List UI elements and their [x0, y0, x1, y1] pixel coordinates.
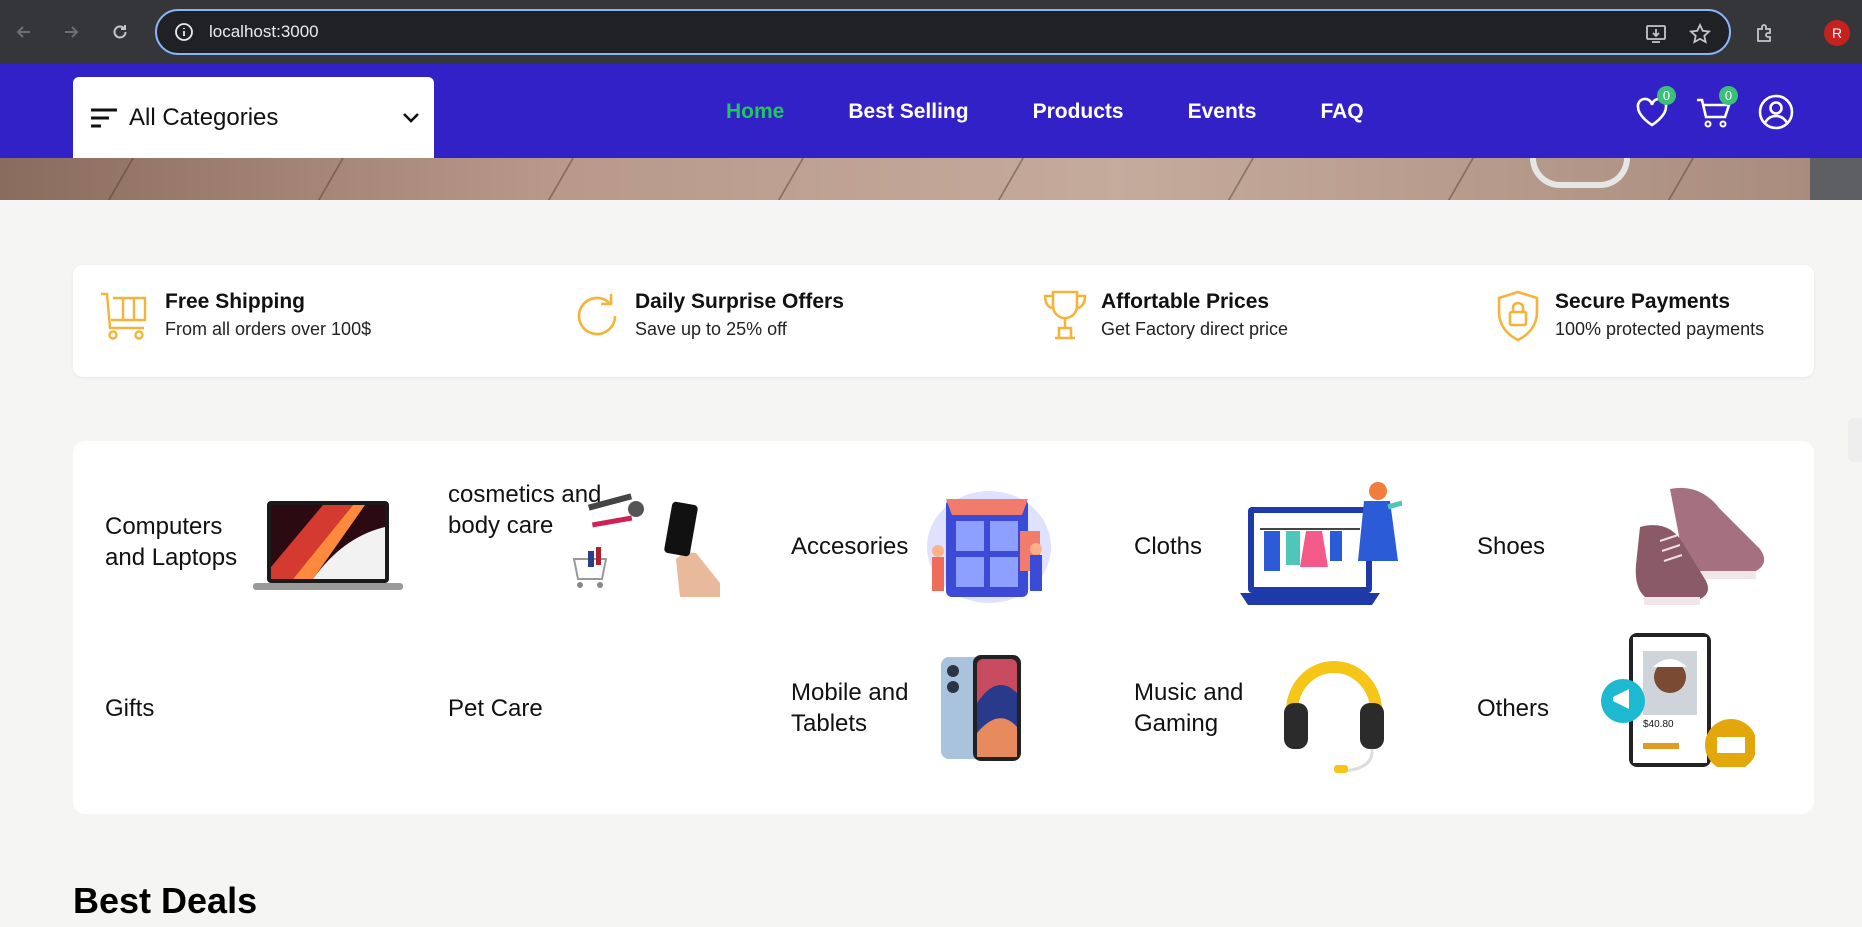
- phone-shop-image: $40.80: [1595, 633, 1755, 767]
- nav-events[interactable]: Events: [1188, 100, 1257, 124]
- extensions-icon[interactable]: [1752, 20, 1778, 46]
- nav-best-selling[interactable]: Best Selling: [848, 100, 968, 124]
- feature-affordable-prices: Affortable Prices Get Factory direct pri…: [1043, 290, 1288, 342]
- refresh-icon: [577, 294, 617, 336]
- trophy-icon: [1043, 290, 1087, 340]
- accessories-shop-image: [927, 491, 1051, 603]
- best-deals-heading: Best Deals: [73, 880, 258, 921]
- reload-icon[interactable]: [106, 18, 134, 46]
- back-icon[interactable]: [10, 18, 38, 46]
- features-card: Free Shipping From all orders over 100$ …: [73, 265, 1814, 377]
- chevron-down-icon: [403, 113, 419, 123]
- feature-daily-offers: Daily Surprise Offers Save up to 25% off: [575, 290, 844, 342]
- user-circle-icon: [1758, 94, 1794, 130]
- install-app-icon[interactable]: [1645, 23, 1667, 50]
- url-text: localhost:3000: [209, 22, 319, 41]
- feature-subtitle: 100% protected payments: [1555, 319, 1765, 339]
- clothes-laptop-image: [1240, 482, 1402, 605]
- cart-icon: [101, 292, 147, 340]
- iphone-image: [941, 655, 1021, 761]
- feature-free-shipping: Free Shipping From all orders over 100$: [99, 290, 371, 342]
- category-name: Mobile and Tablets: [791, 679, 909, 737]
- laptop-image: [253, 501, 403, 590]
- cosmetics-image: [572, 493, 720, 597]
- shoes-image: [1635, 487, 1765, 605]
- feature-title: Affortable Prices: [1101, 290, 1270, 313]
- nav-faq[interactable]: FAQ: [1320, 100, 1363, 124]
- wishlist-button[interactable]: 0: [1632, 86, 1676, 132]
- feature-title: Secure Payments: [1555, 290, 1731, 313]
- hero-banner-image: [0, 158, 1862, 200]
- feature-subtitle: Get Factory direct price: [1101, 319, 1289, 339]
- side-drawer-handle[interactable]: [1848, 418, 1862, 462]
- category-dropdown-label: All Categories: [129, 103, 279, 131]
- cart-count-badge: 0: [1719, 86, 1738, 105]
- category-accessories[interactable]: Accesories: [759, 459, 1099, 609]
- category-name: Shoes: [1477, 533, 1546, 560]
- shield-lock-icon: [1497, 290, 1539, 342]
- feature-title: Free Shipping: [165, 290, 306, 313]
- category-cloths[interactable]: Cloths: [1102, 459, 1442, 609]
- site-info-icon[interactable]: [173, 21, 195, 43]
- main-nav: Home Best Selling Products Events FAQ: [726, 100, 1428, 124]
- profile-avatar[interactable]: R: [1824, 20, 1850, 46]
- wishlist-count-badge: 0: [1657, 86, 1676, 105]
- browser-toolbar: localhost:3000 R: [0, 0, 1862, 64]
- category-pet-care[interactable]: Pet Care: [416, 633, 756, 783]
- category-name: Pet Care: [448, 695, 543, 722]
- category-shoes[interactable]: Shoes: [1445, 459, 1785, 609]
- menu-lines-icon: [91, 108, 117, 127]
- category-name: Gifts: [105, 695, 155, 722]
- category-cosmetics[interactable]: cosmetics and body care: [416, 459, 756, 609]
- category-name: Music and Gaming: [1134, 679, 1244, 737]
- feature-title: Daily Surprise Offers: [635, 290, 844, 313]
- cart-button[interactable]: 0: [1694, 86, 1738, 132]
- nav-products[interactable]: Products: [1033, 100, 1124, 124]
- nav-home[interactable]: Home: [726, 100, 784, 124]
- feature-secure-payments: Secure Payments 100% protected payments: [1495, 290, 1764, 342]
- site-header: All Categories Home Best Selling Product…: [0, 64, 1862, 158]
- categories-grid: Computers and Laptops cosmetics and body…: [73, 441, 1814, 814]
- forward-icon[interactable]: [57, 18, 85, 46]
- category-music-gaming[interactable]: Music and Gaming: [1102, 633, 1442, 783]
- category-computers-laptops[interactable]: Computers and Laptops: [73, 459, 413, 609]
- headphones-image: [1284, 661, 1384, 773]
- product-price: $40.80: [1643, 719, 1674, 730]
- category-name: Computers and Laptops: [105, 513, 238, 571]
- account-button[interactable]: [1756, 92, 1796, 132]
- feature-subtitle: From all orders over 100$: [165, 319, 372, 339]
- category-mobile-tablets[interactable]: Mobile and Tablets: [759, 633, 1099, 783]
- feature-subtitle: Save up to 25% off: [635, 319, 787, 339]
- category-gifts[interactable]: Gifts: [73, 633, 413, 783]
- bookmark-star-icon[interactable]: [1688, 22, 1712, 50]
- all-categories-dropdown[interactable]: All Categories: [73, 77, 434, 158]
- address-bar[interactable]: localhost:3000: [155, 9, 1731, 55]
- category-others[interactable]: Others $40.80: [1445, 633, 1785, 783]
